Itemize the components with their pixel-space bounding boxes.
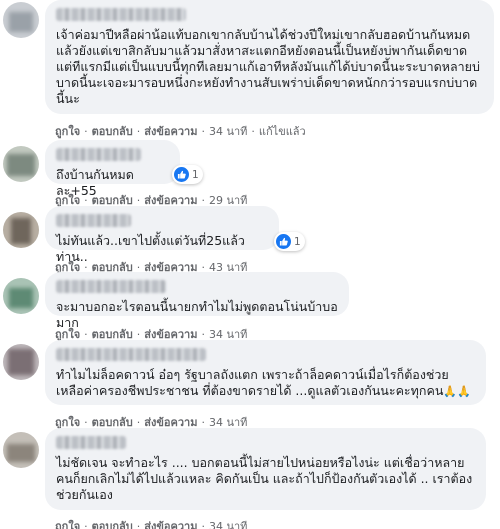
reaction-badge[interactable]: 1 <box>274 232 305 251</box>
avatar[interactable] <box>3 146 39 182</box>
reaction-count: 1 <box>294 235 301 248</box>
reply-button[interactable]: ตอบกลับ <box>92 122 133 140</box>
avatar[interactable] <box>3 278 39 314</box>
comment-text: ไม่ชัดเจน จะทำอะไร .... บอกตอนนี้ไม่สายไ… <box>56 455 473 502</box>
commenter-name[interactable] <box>56 8 186 21</box>
commenter-name[interactable] <box>56 348 206 361</box>
comment-bubble: จะมาบอกอะไรตอนนี้นายกทำไมไม่พูดตอนโน่นบ้… <box>45 272 349 330</box>
avatar[interactable] <box>3 2 39 38</box>
commenter-name[interactable] <box>56 436 126 449</box>
comment-bubble: ไม่ทันแล้ว..เขาไปตั้งแต่วันที่25แล้วท่าน… <box>45 206 279 264</box>
comment-actions: ถูกใจ · ตอบกลับ · ส่งข้อความ · 34 นาที <box>55 517 247 529</box>
comment-text: ทำไมไม่ล็อคดาวน์ อ๋อๆ รัฐบาลถังแตก เพราะ… <box>56 367 471 398</box>
edited-label: แก้ไขแล้ว <box>258 125 306 138</box>
pray-emoji: 🙏🙏 <box>443 385 471 398</box>
avatar[interactable] <box>3 432 39 468</box>
comment-text: เจ้าค่อมาปีหลือผ่าน้อแท้บอกเขากลับบ้านได… <box>56 27 480 106</box>
timestamp[interactable]: 34 นาที <box>209 517 247 529</box>
avatar[interactable] <box>3 344 39 380</box>
avatar[interactable] <box>3 212 39 248</box>
reply-button[interactable]: ตอบกลับ <box>92 517 133 529</box>
message-button[interactable]: ส่งข้อความ <box>144 517 197 529</box>
like-thumb-icon <box>174 167 189 182</box>
like-button[interactable]: ถูกใจ <box>55 122 80 140</box>
comment-bubble: ไม่ชัดเจน จะทำอะไร .... บอกตอนนี้ไม่สายไ… <box>45 428 486 510</box>
commenter-name[interactable] <box>56 148 141 161</box>
reaction-count: 1 <box>192 168 199 181</box>
comment-bubble: ถึงบ้านกันหมดละ+55 <box>45 140 180 198</box>
message-button[interactable]: ส่งข้อความ <box>144 122 197 140</box>
commenter-name[interactable] <box>56 280 166 293</box>
comment-bubble: เจ้าค่อมาปีหลือผ่าน้อแท้บอกเขากลับบ้านได… <box>45 0 494 114</box>
like-thumb-icon <box>276 234 291 249</box>
timestamp[interactable]: 34 นาที <box>209 122 247 140</box>
like-button[interactable]: ถูกใจ <box>55 517 80 529</box>
commenter-name[interactable] <box>56 214 131 227</box>
comment-actions: ถูกใจ · ตอบกลับ · ส่งข้อความ · 34 นาที · แก้ไขแล… <box>55 122 306 140</box>
reaction-badge[interactable]: 1 <box>172 165 203 184</box>
comment-bubble: ทำไมไม่ล็อคดาวน์ อ๋อๆ รัฐบาลถังแตก เพราะ… <box>45 340 486 405</box>
